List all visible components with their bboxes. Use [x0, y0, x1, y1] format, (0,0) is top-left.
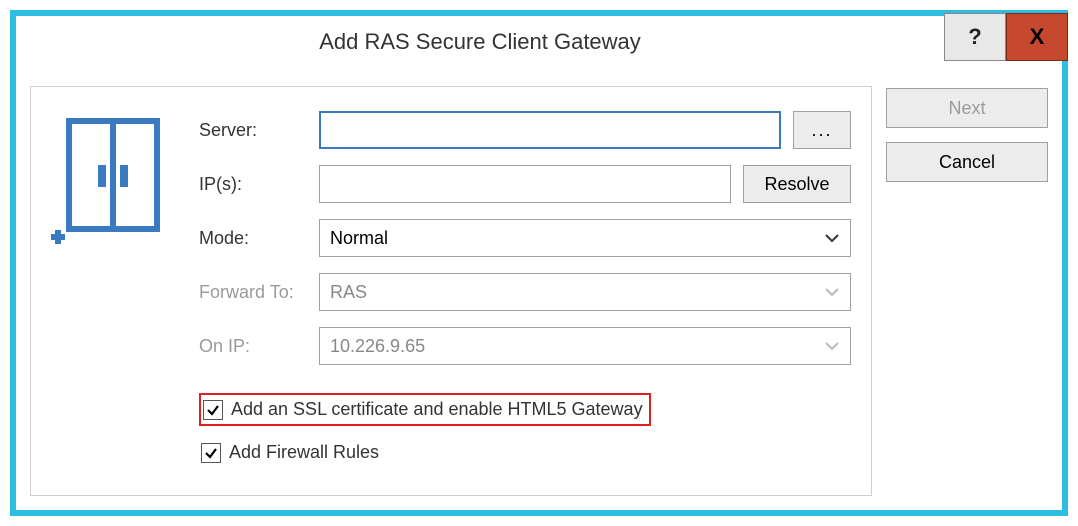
- dialog-window: Add RAS Secure Client Gateway ? X: [10, 10, 1068, 516]
- chevron-down-icon: [824, 233, 840, 243]
- onip-value: 10.226.9.65: [330, 336, 425, 357]
- onip-select: 10.226.9.65: [319, 327, 851, 365]
- main-content: Server: ... IP(s): Resolve Mode:: [51, 111, 851, 473]
- chevron-down-icon: [824, 287, 840, 297]
- ssl-checkbox[interactable]: [203, 400, 223, 420]
- firewall-checkbox[interactable]: [201, 443, 221, 463]
- dialog-title: Add RAS Secure Client Gateway: [16, 29, 944, 55]
- firewall-checkbox-row: Add Firewall Rules: [199, 438, 851, 467]
- gateway-icon: [51, 115, 161, 245]
- check-icon: [204, 446, 218, 460]
- mode-row: Mode: Normal: [199, 219, 851, 257]
- browse-button[interactable]: ...: [793, 111, 851, 149]
- chevron-down-icon: [824, 341, 840, 351]
- dialog-body: Server: ... IP(s): Resolve Mode:: [16, 68, 1062, 510]
- titlebar: Add RAS Secure Client Gateway ? X: [16, 16, 1062, 68]
- firewall-checkbox-label: Add Firewall Rules: [229, 442, 379, 463]
- onip-label: On IP:: [199, 336, 319, 357]
- cancel-button[interactable]: Cancel: [886, 142, 1048, 182]
- resolve-button[interactable]: Resolve: [743, 165, 851, 203]
- ssl-checkbox-row: Add an SSL certificate and enable HTML5 …: [199, 393, 651, 426]
- ips-label: IP(s):: [199, 174, 319, 195]
- titlebar-buttons: ? X: [944, 13, 1068, 65]
- mode-select[interactable]: Normal: [319, 219, 851, 257]
- mode-label: Mode:: [199, 228, 319, 249]
- mode-value: Normal: [330, 228, 388, 249]
- server-row: Server: ...: [199, 111, 851, 149]
- ips-row: IP(s): Resolve: [199, 165, 851, 203]
- side-panel: Next Cancel: [886, 86, 1048, 182]
- close-button[interactable]: X: [1006, 13, 1068, 61]
- forward-row: Forward To: RAS: [199, 273, 851, 311]
- check-icon: [206, 403, 220, 417]
- next-button[interactable]: Next: [886, 88, 1048, 128]
- onip-row: On IP: 10.226.9.65: [199, 327, 851, 365]
- help-icon: ?: [968, 24, 981, 50]
- server-label: Server:: [199, 120, 319, 141]
- help-button[interactable]: ?: [944, 13, 1006, 61]
- ellipsis-icon: ...: [811, 120, 832, 141]
- server-input[interactable]: [319, 111, 781, 149]
- ssl-checkbox-label: Add an SSL certificate and enable HTML5 …: [231, 399, 643, 420]
- main-panel: Server: ... IP(s): Resolve Mode:: [30, 86, 872, 496]
- forward-label: Forward To:: [199, 282, 319, 303]
- close-icon: X: [1030, 24, 1045, 50]
- icon-column: [51, 111, 171, 245]
- form-column: Server: ... IP(s): Resolve Mode:: [199, 111, 851, 473]
- forward-select: RAS: [319, 273, 851, 311]
- ips-input[interactable]: [319, 165, 731, 203]
- forward-value: RAS: [330, 282, 367, 303]
